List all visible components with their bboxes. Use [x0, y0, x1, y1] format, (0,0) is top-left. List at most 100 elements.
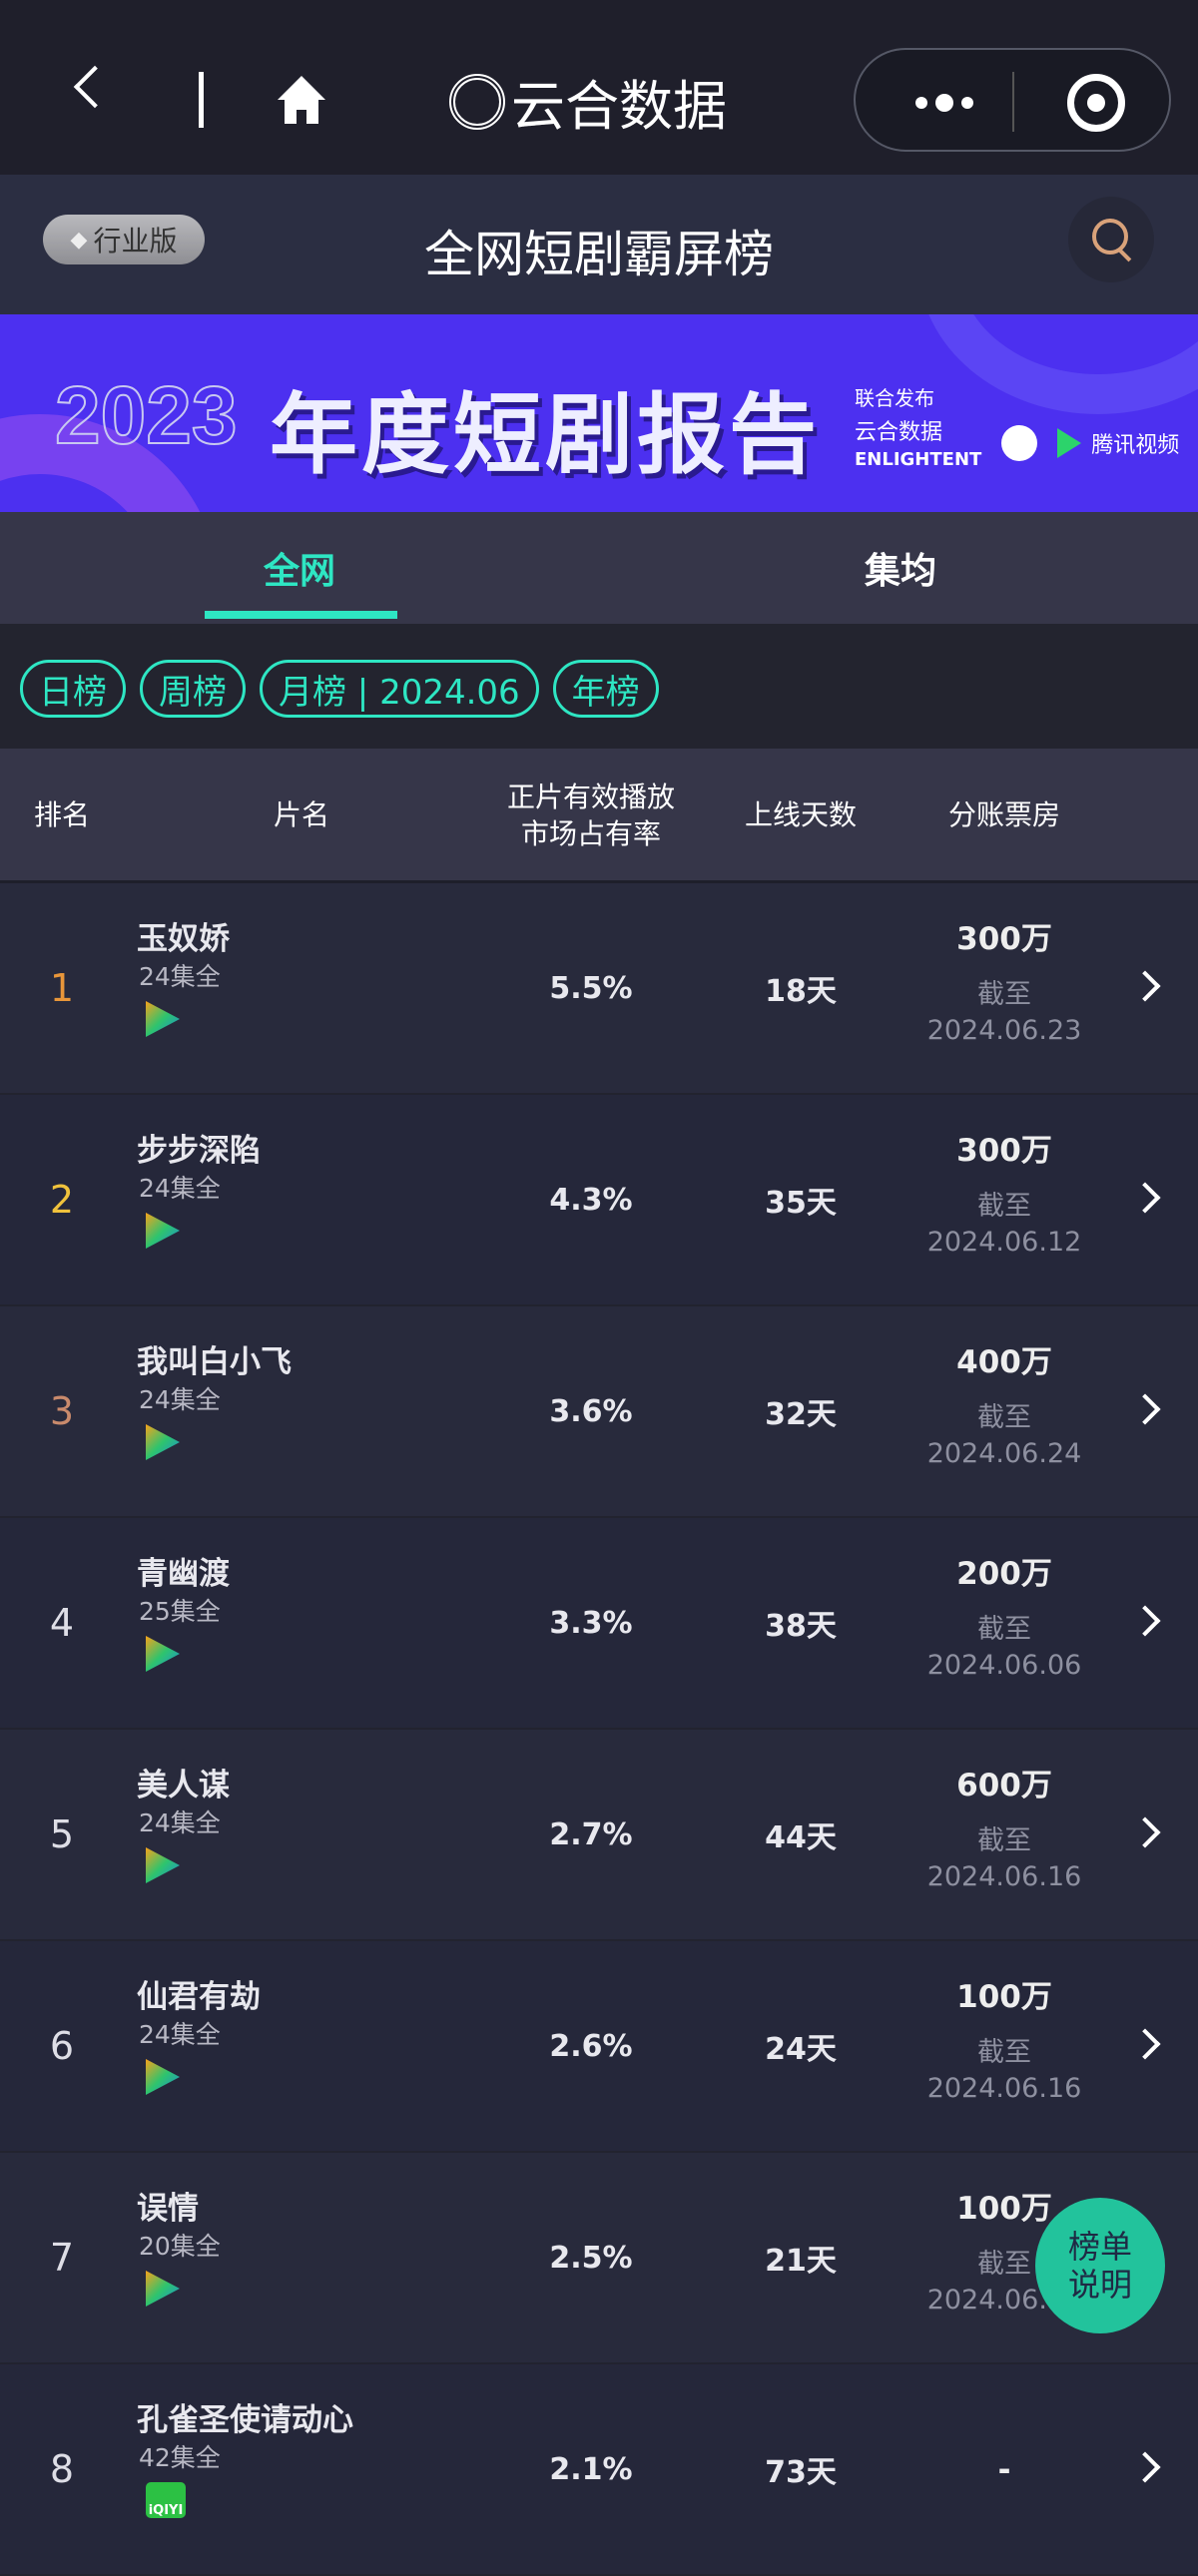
- rank-number: 8: [49, 2447, 75, 2491]
- table-row[interactable]: 6 仙君有劫 24集全 2.6% 24天 100万 截至 2024.06.16: [0, 1941, 1198, 2153]
- as-of-label: 截至: [977, 2037, 1031, 2068]
- rank-number: 3: [49, 1389, 75, 1433]
- tencent-video-icon: [146, 1636, 180, 1672]
- decoration: [918, 314, 1198, 414]
- box-office-amount: 100万: [956, 1979, 1052, 2015]
- rank-number: 2: [49, 1178, 75, 1222]
- as-of-date: 2024.06.24: [926, 1438, 1082, 1469]
- page-header: ◆ 行业版 全网短剧霸屏榜: [0, 175, 1198, 314]
- chevron-right-icon[interactable]: [1129, 2451, 1161, 2483]
- partner-seal-logo: [1001, 424, 1038, 461]
- tab-all-network[interactable]: 全网: [200, 542, 399, 594]
- banner-title: 年度短剧报告: [270, 383, 822, 486]
- report-banner[interactable]: 2023 年度短剧报告 联合发布 云合数据 ENLIGHTENT 腾讯视频: [0, 314, 1198, 512]
- market-share: 2.7%: [549, 1816, 633, 1852]
- days-online: 38天: [765, 1609, 837, 1644]
- days-online: 21天: [765, 2244, 837, 2279]
- rank-number: 6: [49, 2024, 75, 2068]
- back-icon[interactable]: [73, 65, 117, 109]
- tab-per-episode[interactable]: 集均: [801, 542, 1000, 594]
- episode-count: 25集全: [139, 1597, 221, 1626]
- days-online: 18天: [765, 974, 837, 1009]
- box-office-amount: 600万: [956, 1768, 1052, 1803]
- period-filters: 日榜 周榜 月榜 | 2024.06 年榜: [0, 624, 1198, 749]
- days-online: 44天: [765, 1820, 837, 1855]
- banner-joint-label: 联合发布: [855, 386, 934, 410]
- filter-monthly[interactable]: 月榜 | 2024.06: [260, 660, 539, 718]
- table-row[interactable]: 2 步步深陷 24集全 4.3% 35天 300万 截至 2024.06.12: [0, 1095, 1198, 1306]
- filter-yearly[interactable]: 年榜: [552, 660, 659, 718]
- rank-number: 4: [49, 1601, 75, 1645]
- chevron-right-icon[interactable]: [1129, 1605, 1161, 1637]
- drama-title: 我叫白小飞: [137, 1344, 292, 1380]
- divider: [199, 72, 204, 128]
- column-share: 正片有效播放 市场占有率: [506, 780, 676, 850]
- table-row[interactable]: 4 青幽渡 25集全 3.3% 38天 200万 截至 2024.06.06: [0, 1518, 1198, 1730]
- as-of-date: 2024.06.16: [926, 1861, 1082, 1892]
- box-office-amount: 300万: [956, 1133, 1052, 1169]
- chevron-right-icon[interactable]: [1129, 970, 1161, 1002]
- capsule-menu: [854, 48, 1171, 152]
- box-office-amount: 200万: [956, 1556, 1052, 1592]
- as-of-date: 2024.06.23: [926, 1015, 1082, 1046]
- search-button[interactable]: [1068, 197, 1154, 282]
- filter-daily[interactable]: 日榜: [20, 660, 126, 718]
- box-office-amount: -: [997, 2452, 1011, 2488]
- yunhe-logo-icon: [449, 73, 505, 130]
- drama-title: 美人谋: [137, 1768, 230, 1803]
- episode-count: 24集全: [139, 1808, 221, 1837]
- episode-count: 42集全: [139, 2443, 221, 2472]
- market-share: 3.6%: [549, 1393, 633, 1429]
- days-online: 24天: [765, 2032, 837, 2067]
- as-of-label: 截至: [977, 979, 1031, 1010]
- table-row[interactable]: 3 我叫白小飞 24集全 3.6% 32天 400万 截至 2024.06.24: [0, 1306, 1198, 1518]
- chevron-right-icon[interactable]: [1129, 1393, 1161, 1425]
- iqiyi-icon: iQIYI: [146, 2482, 186, 2518]
- chevron-right-icon[interactable]: [1129, 1182, 1161, 1214]
- episode-count: 20集全: [139, 2232, 221, 2261]
- table-row[interactable]: 5 美人谋 24集全 2.7% 44天 600万 截至 2024.06.16: [0, 1730, 1198, 1941]
- episode-count: 24集全: [139, 1385, 221, 1414]
- box-office-amount: 300万: [956, 921, 1052, 957]
- days-online: 73天: [765, 2455, 837, 2490]
- table-row[interactable]: 8 孔雀圣使请动心 42集全 iQIYI 2.1% 73天 -: [0, 2364, 1198, 2576]
- banner-year: 2023: [54, 369, 238, 462]
- tab-bar: 全网 集均: [0, 512, 1198, 624]
- more-icon[interactable]: [915, 94, 973, 112]
- box-office: 100万 截至 2024.06.16: [927, 1971, 1082, 2104]
- box-office: -: [998, 2452, 1011, 2488]
- page-title: 全网短剧霸屏榜: [424, 226, 774, 283]
- chevron-right-icon[interactable]: [1129, 2028, 1161, 2060]
- tencent-video-icon: [1057, 427, 1082, 458]
- chevron-right-icon[interactable]: [1129, 1816, 1161, 1848]
- drama-title: 青幽渡: [137, 1556, 230, 1592]
- market-share: 3.3%: [549, 1605, 633, 1641]
- episode-count: 24集全: [139, 2020, 221, 2049]
- column-name: 片名: [273, 798, 330, 832]
- market-share: 4.3%: [549, 1182, 633, 1218]
- as-of-label: 截至: [977, 1825, 1031, 1856]
- box-office: 300万截至 2024.06.23: [927, 913, 1082, 1046]
- table-row[interactable]: 1 玉奴娇 24集全 5.5% 18天 300万 截至 2024.06.23: [0, 883, 1198, 1095]
- mini-program-nav-bar: 云合数据: [0, 0, 1198, 175]
- filter-weekly[interactable]: 周榜: [140, 660, 246, 718]
- table-header: 排名 片名 正片有效播放 市场占有率 上线天数 分账票房: [0, 749, 1198, 883]
- tencent-video-icon: [146, 1213, 180, 1249]
- app-title: 云合数据: [449, 62, 727, 141]
- ranking-explanation-button[interactable]: 榜单 说明: [1035, 2198, 1165, 2333]
- rank-number: 1: [49, 966, 75, 1010]
- market-share: 2.1%: [549, 2451, 633, 2487]
- home-icon[interactable]: [274, 72, 329, 128]
- drama-title: 孔雀圣使请动心: [137, 2402, 353, 2438]
- close-miniprogram-icon[interactable]: [1067, 74, 1125, 132]
- days-online: 32天: [765, 1397, 837, 1432]
- tencent-video-icon: [146, 1001, 180, 1037]
- column-box-office: 分账票房: [947, 798, 1061, 832]
- as-of-label: 截至: [977, 1402, 1031, 1433]
- column-rank: 排名: [33, 798, 91, 832]
- tencent-video-icon: [146, 2271, 180, 2307]
- tencent-video-icon: [146, 2059, 180, 2095]
- yunhe-partner-logo: 云合数据 ENLIGHTENT: [855, 420, 982, 470]
- table-row[interactable]: 7 误情 20集全 2.5% 21天 100万 截至 2024.06.17: [0, 2153, 1198, 2364]
- as-of-date: 2024.06.12: [926, 1227, 1082, 1258]
